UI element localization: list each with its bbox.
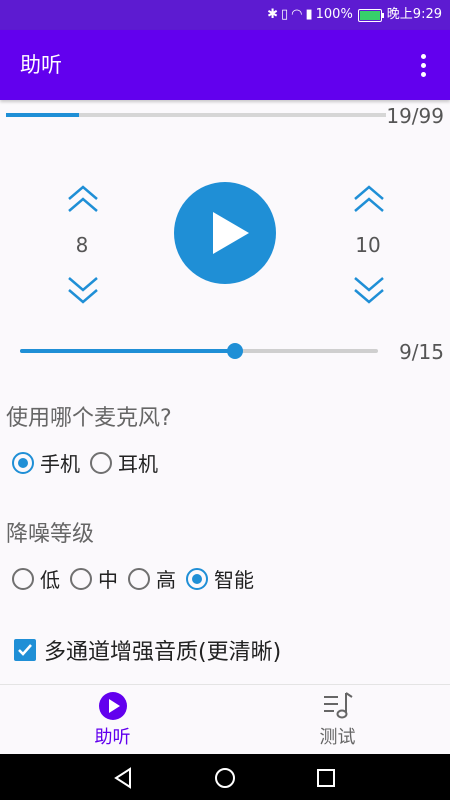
noise-option-low[interactable]: 低 — [12, 564, 60, 593]
home-icon[interactable] — [213, 766, 237, 790]
mic-radio-group: 手机 耳机 — [12, 448, 158, 477]
double-chevron-down-icon — [354, 277, 384, 304]
vibrate-icon: ▯ — [280, 7, 289, 22]
mic-option-phone[interactable]: 手机 — [12, 448, 80, 477]
play-button[interactable] — [174, 182, 276, 284]
menu-dot — [420, 71, 426, 77]
playback-progress-bar — [6, 113, 386, 117]
radio-button[interactable] — [70, 567, 92, 590]
bottom-navigation: 助听 测试 — [0, 684, 450, 755]
noise-radio-group: 低 中 高 智能 — [12, 564, 254, 593]
nav-item-test[interactable]: 测试 — [225, 685, 450, 755]
left-increase-button[interactable] — [63, 185, 103, 217]
double-chevron-down-icon — [68, 277, 98, 304]
music-list-icon — [323, 692, 353, 719]
sim-icon: ▮ — [305, 7, 313, 22]
back-icon[interactable] — [112, 766, 136, 790]
nav-item-hearing[interactable]: 助听 — [0, 685, 225, 755]
radio-button[interactable] — [12, 451, 34, 474]
right-decrease-button[interactable] — [349, 272, 389, 304]
noise-option-high[interactable]: 高 — [128, 564, 176, 593]
radio-label: 耳机 — [118, 452, 158, 476]
radio-button[interactable] — [128, 567, 150, 590]
noise-section-title: 降噪等级 — [6, 522, 95, 547]
right-value: 10 — [355, 233, 381, 257]
checkmark-icon — [18, 644, 32, 656]
radio-button[interactable] — [90, 451, 112, 474]
progress-fill — [6, 113, 79, 117]
mic-option-headset[interactable]: 耳机 — [90, 448, 158, 477]
multichannel-checkbox[interactable]: 多通道增强音质(更清晰) — [14, 634, 281, 666]
nav-label: 助听 — [94, 727, 131, 748]
checkbox-label: 多通道增强音质(更清晰) — [44, 640, 282, 665]
volume-slider[interactable] — [20, 343, 378, 359]
recents-icon[interactable] — [314, 766, 338, 790]
bluetooth-icon: ✱ — [267, 7, 278, 22]
left-value: 8 — [75, 233, 89, 257]
battery-percent: 100% — [315, 7, 353, 22]
overflow-menu-button[interactable] — [408, 45, 438, 85]
checkbox[interactable] — [14, 639, 36, 661]
app-bar — [0, 30, 450, 100]
radio-button[interactable] — [186, 567, 208, 590]
wifi-icon: ◠ — [291, 7, 303, 22]
mic-section-title: 使用哪个麦克风? — [6, 406, 172, 431]
radio-label: 手机 — [40, 452, 80, 476]
radio-label: 智能 — [214, 568, 254, 592]
noise-option-medium[interactable]: 中 — [70, 564, 118, 593]
progress-text: 19/99 — [386, 104, 444, 128]
menu-dot — [420, 53, 426, 59]
page-title: 助听 — [20, 53, 62, 77]
noise-option-smart[interactable]: 智能 — [186, 564, 254, 593]
right-increase-button[interactable] — [349, 185, 389, 217]
system-navigation-bar — [0, 754, 450, 800]
radio-button[interactable] — [12, 567, 34, 590]
double-chevron-up-icon — [68, 185, 98, 212]
double-chevron-up-icon — [354, 185, 384, 212]
menu-dot — [420, 62, 426, 68]
slider-fill — [20, 349, 235, 353]
radio-label: 高 — [156, 568, 176, 592]
status-icons: ✱ ▯ ◠ ▮ 100% 晚上9:29 — [267, 0, 442, 30]
status-time: 晚上9:29 — [386, 7, 442, 22]
radio-label: 中 — [98, 568, 118, 592]
volume-text: 9/15 — [399, 340, 444, 364]
nav-label: 测试 — [319, 727, 356, 748]
play-circle-icon — [98, 692, 127, 720]
radio-label: 低 — [40, 568, 60, 592]
play-icon — [213, 212, 249, 254]
left-decrease-button[interactable] — [63, 272, 103, 304]
slider-thumb[interactable] — [226, 343, 243, 359]
status-bar: ✱ ▯ ◠ ▮ 100% 晚上9:29 — [0, 0, 450, 30]
battery-icon — [357, 8, 384, 22]
